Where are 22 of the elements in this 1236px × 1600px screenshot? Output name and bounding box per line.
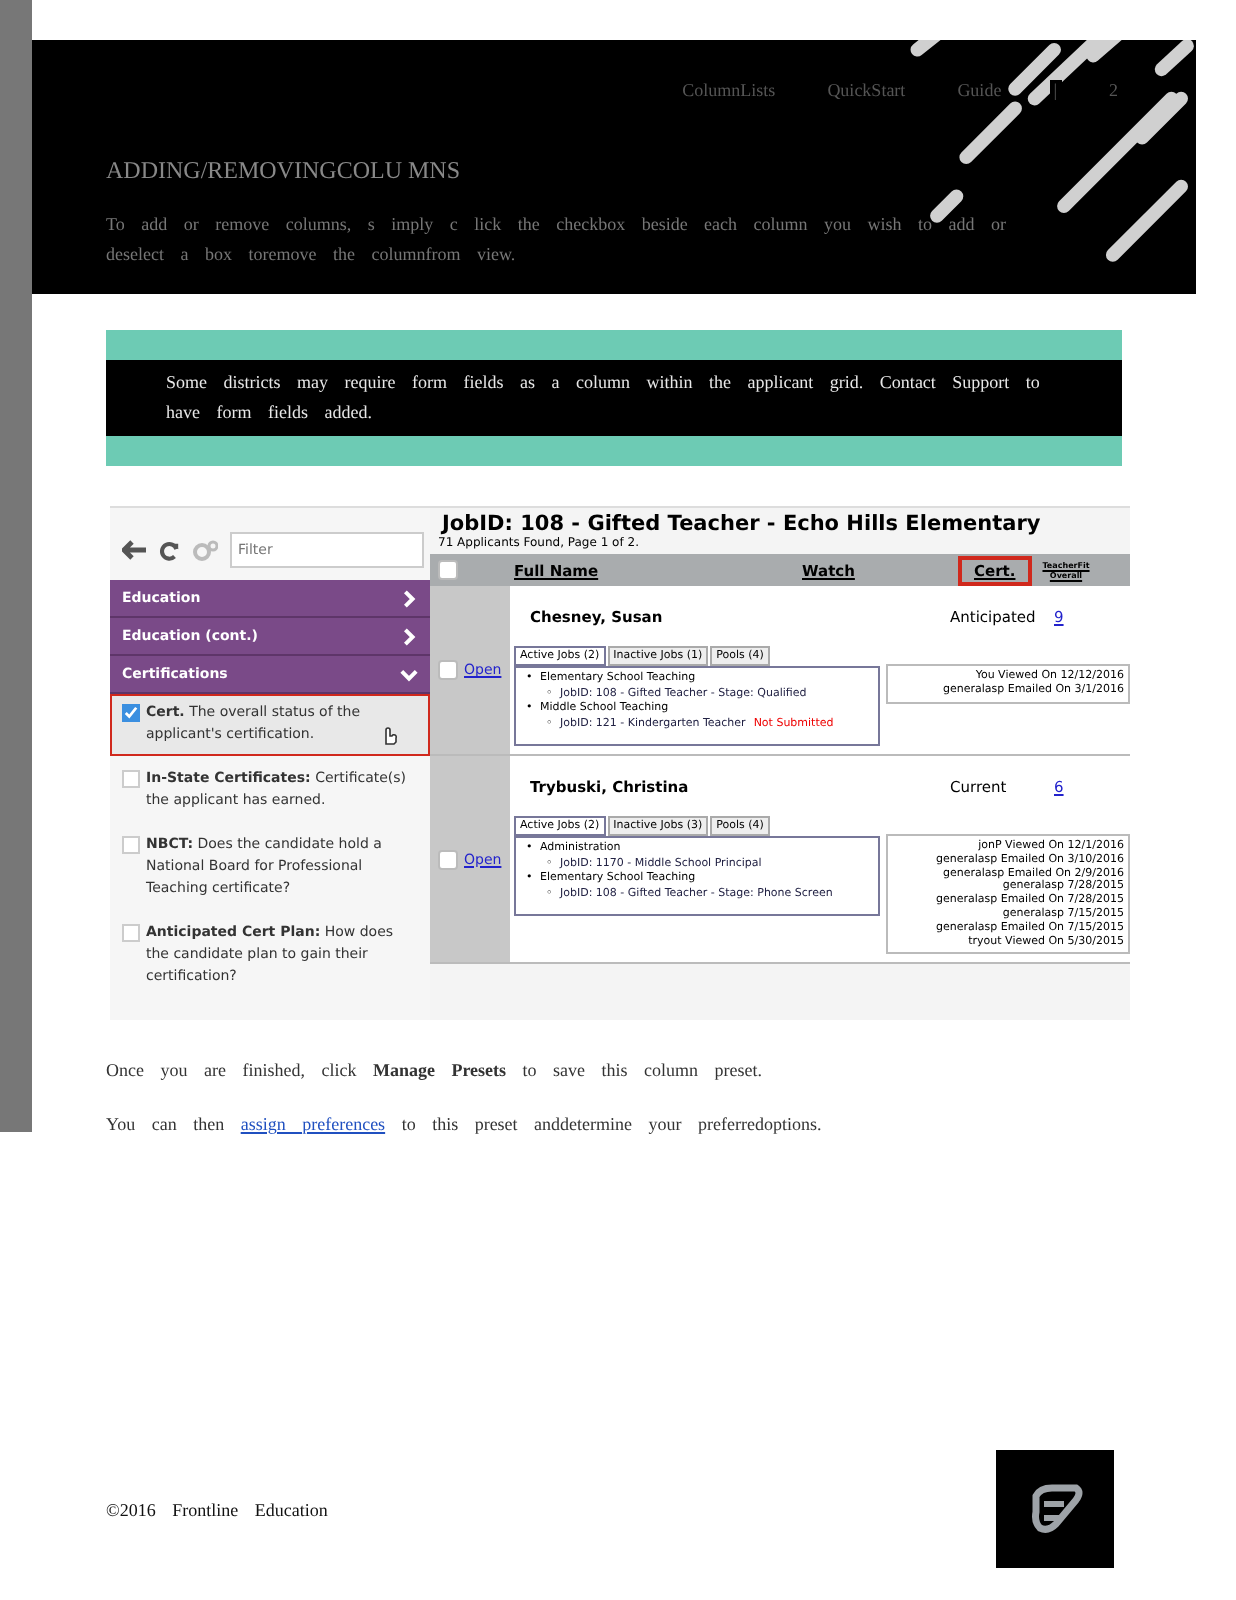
checkbox[interactable]: [122, 704, 140, 722]
copyright-text: ©2016 Frontline Education: [106, 1499, 328, 1519]
gears-icon[interactable]: [192, 539, 218, 561]
page-title: ADDING/REMOVINGCOLU MNS: [106, 156, 462, 186]
checkbox[interactable]: [122, 836, 140, 854]
job-title: JobID: 108 - Gifted Teacher - Echo Hills Elementary: [438, 510, 1043, 536]
checkbox[interactable]: [438, 560, 458, 580]
checkbox[interactable]: [438, 849, 458, 870]
checkbox[interactable]: [438, 660, 458, 680]
instruction-paragraph: Once you are finished, click Manage Presets to save this column preset.: [104, 1060, 765, 1080]
back-arrow-icon[interactable]: [122, 540, 146, 560]
chevron-icon: [400, 589, 418, 607]
checkbox[interactable]: [122, 770, 140, 788]
instruction-paragraph: You can then assign preferences to this preset anddetermine your preferredoptions.: [104, 1114, 824, 1134]
chevron-icon: [400, 665, 418, 683]
note-text: Some districts may require form fields as a column within the applicant grid. Contact Support to have form fields added.: [106, 360, 1122, 436]
chevron-icon: [400, 627, 418, 645]
checkbox[interactable]: [122, 924, 140, 942]
assign-preferences-link[interactable]: assign preferences: [240, 1114, 386, 1134]
hand-cursor-icon: [380, 726, 398, 746]
intro-paragraph: To add or remove columns, s imply c lick the checkbox beside each column you wish to add or deselect a box toremove the columnfrom view.: [106, 212, 1009, 268]
refresh-icon[interactable]: [158, 539, 180, 561]
